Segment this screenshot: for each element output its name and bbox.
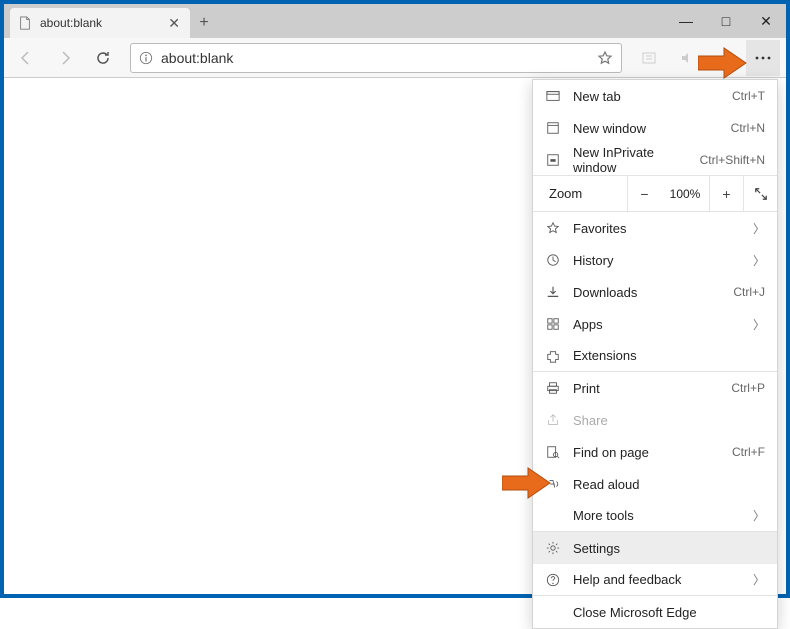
refresh-button[interactable] — [86, 42, 120, 74]
window-icon — [545, 120, 561, 136]
inprivate-icon — [545, 152, 561, 168]
menu-label: More tools — [573, 508, 741, 523]
back-button[interactable] — [10, 42, 44, 74]
menu-extensions[interactable]: Extensions — [533, 340, 777, 372]
menu-label: New tab — [573, 89, 720, 104]
settings-menu-button[interactable] — [746, 40, 780, 76]
help-icon — [545, 572, 561, 588]
star-icon — [545, 220, 561, 236]
tab-strip: about:blank ✕ + — □ ✕ — [4, 4, 786, 38]
url-input[interactable] — [161, 50, 589, 66]
zoom-value: 100% — [661, 187, 709, 201]
menu-label: Extensions — [573, 348, 765, 363]
chevron-right-icon: 〉 — [753, 507, 765, 524]
menu-shortcut: Ctrl+T — [732, 89, 765, 103]
settings-dropdown-menu: New tab Ctrl+T New window Ctrl+N New InP… — [532, 79, 778, 629]
read-aloud-icon[interactable] — [670, 42, 704, 74]
zoom-label: Zoom — [533, 186, 627, 201]
apps-icon — [545, 316, 561, 332]
extensions-icon — [545, 348, 561, 364]
favorite-star-icon[interactable] — [597, 50, 613, 66]
menu-label: Apps — [573, 317, 741, 332]
chevron-right-icon: 〉 — [753, 571, 765, 588]
maximize-button[interactable]: □ — [706, 4, 746, 38]
menu-label: Find on page — [573, 445, 720, 460]
menu-zoom: Zoom − 100% + — [533, 176, 777, 212]
menu-label: Downloads — [573, 285, 721, 300]
menu-label: New window — [573, 121, 719, 136]
download-icon — [545, 284, 561, 300]
zoom-in-button[interactable]: + — [709, 176, 743, 211]
menu-more-tools[interactable]: More tools 〉 — [533, 500, 777, 532]
menu-downloads[interactable]: Downloads Ctrl+J — [533, 276, 777, 308]
menu-new-inprivate[interactable]: New InPrivate window Ctrl+Shift+N — [533, 144, 777, 176]
menu-label: History — [573, 253, 741, 268]
close-window-button[interactable]: ✕ — [746, 4, 786, 38]
menu-shortcut: Ctrl+J — [733, 285, 765, 299]
reading-view-icon[interactable] — [632, 42, 666, 74]
page-icon — [18, 16, 32, 30]
chevron-right-icon: 〉 — [753, 252, 765, 269]
window-controls: — □ ✕ — [666, 4, 786, 38]
zoom-out-button[interactable]: − — [627, 176, 661, 211]
menu-help[interactable]: Help and feedback 〉 — [533, 564, 777, 596]
menu-shortcut: Ctrl+N — [731, 121, 765, 135]
menu-shortcut: Ctrl+Shift+N — [700, 153, 765, 167]
new-tab-icon — [545, 88, 561, 104]
menu-favorites[interactable]: Favorites 〉 — [533, 212, 777, 244]
site-info-icon[interactable] — [139, 51, 153, 65]
menu-label: Print — [573, 381, 719, 396]
menu-close-edge[interactable]: Close Microsoft Edge — [533, 596, 777, 628]
menu-new-tab[interactable]: New tab Ctrl+T — [533, 80, 777, 112]
browser-tab[interactable]: about:blank ✕ — [10, 8, 190, 38]
favorites-bar-icon[interactable] — [708, 42, 742, 74]
toolbar — [4, 38, 786, 78]
menu-label: New InPrivate window — [573, 145, 688, 175]
menu-read-aloud[interactable]: Read aloud — [533, 468, 777, 500]
menu-new-window[interactable]: New window Ctrl+N — [533, 112, 777, 144]
chevron-right-icon: 〉 — [753, 316, 765, 333]
menu-share: Share — [533, 404, 777, 436]
browser-window: about:blank ✕ + — □ ✕ — [0, 0, 790, 598]
menu-label: Help and feedback — [573, 572, 741, 587]
read-aloud-icon — [545, 476, 561, 492]
minimize-button[interactable]: — — [666, 4, 706, 38]
close-tab-button[interactable]: ✕ — [168, 15, 180, 32]
chevron-right-icon: 〉 — [753, 220, 765, 237]
forward-button[interactable] — [48, 42, 82, 74]
blank-icon — [545, 604, 561, 620]
menu-print[interactable]: Print Ctrl+P — [533, 372, 777, 404]
menu-label: Close Microsoft Edge — [573, 605, 765, 620]
find-icon — [545, 444, 561, 460]
blank-icon — [545, 508, 561, 524]
new-tab-button[interactable]: + — [190, 8, 218, 38]
menu-label: Favorites — [573, 221, 741, 236]
menu-label: Settings — [573, 541, 765, 556]
menu-apps[interactable]: Apps 〉 — [533, 308, 777, 340]
share-icon — [545, 412, 561, 428]
fullscreen-button[interactable] — [743, 176, 777, 211]
gear-icon — [545, 540, 561, 556]
history-icon — [545, 252, 561, 268]
menu-shortcut: Ctrl+F — [732, 445, 765, 459]
menu-label: Share — [573, 413, 765, 428]
menu-settings[interactable]: Settings — [533, 532, 777, 564]
menu-shortcut: Ctrl+P — [731, 381, 765, 395]
menu-find[interactable]: Find on page Ctrl+F — [533, 436, 777, 468]
address-bar[interactable] — [130, 43, 622, 73]
print-icon — [545, 380, 561, 396]
menu-history[interactable]: History 〉 — [533, 244, 777, 276]
tab-title: about:blank — [40, 16, 102, 30]
menu-label: Read aloud — [573, 477, 765, 492]
